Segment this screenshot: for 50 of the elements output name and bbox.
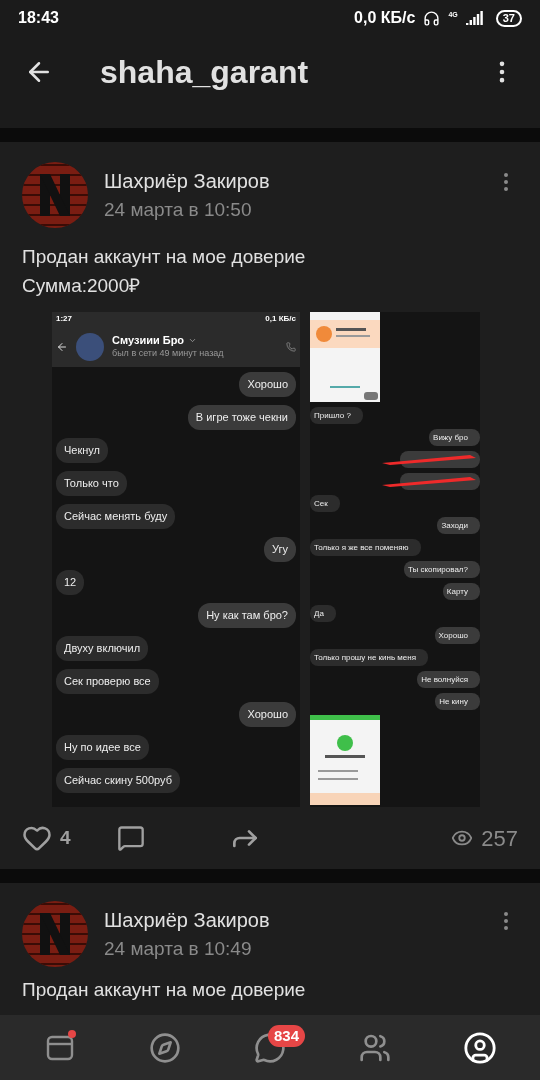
unread-badge: 834: [268, 1024, 305, 1047]
compass-icon[interactable]: [149, 1031, 182, 1064]
back-icon[interactable]: [56, 340, 68, 353]
phone-icon[interactable]: [286, 341, 296, 352]
signal-icon: [465, 11, 484, 25]
post-date: 24 марта в 10:49: [104, 936, 253, 961]
profile-icon[interactable]: [462, 1030, 497, 1065]
message-text: Ну по идее все: [64, 740, 141, 756]
message-text: Хорошо: [438, 629, 468, 642]
message-text: Сейчас скину 500руб: [64, 773, 172, 789]
view-count: 257: [481, 824, 518, 853]
message-text: Чекнул: [64, 443, 100, 459]
message-text: Вижу бро: [433, 431, 468, 444]
comment-icon[interactable]: [116, 824, 145, 852]
message-text: В игре тоже чекни: [195, 410, 288, 426]
message-text: Хорошо: [247, 377, 288, 393]
post-text: Продан аккаунт на мое доверие: [22, 978, 307, 1002]
message-text: Пришло ?: [314, 409, 351, 422]
network-speed: 0,1 КБ/с: [265, 313, 296, 325]
message-text: Сек: [314, 497, 328, 510]
message-text: 12: [64, 575, 77, 591]
message-text: Заходи: [441, 519, 468, 532]
contact-name: Смузиии Бро: [112, 334, 185, 348]
message-text: Карту: [446, 585, 468, 598]
message-text: Угу: [272, 542, 288, 558]
clock: 18:43: [18, 8, 59, 28]
message-text: Хорошо: [247, 707, 288, 723]
message-text: Сек проверю все: [64, 674, 151, 690]
battery-indicator: 37: [495, 9, 522, 27]
headphones-icon: [423, 9, 441, 27]
message-text: Сейчас менять буду: [64, 509, 168, 525]
message-text: Ну как там бро?: [206, 608, 288, 624]
message-text: Не волнуйся: [421, 673, 468, 686]
contact-status: был в сети 49 минут назад: [112, 347, 224, 359]
message-text: Ты скопировал?: [408, 563, 468, 576]
status-time: 1:27: [56, 313, 72, 325]
contact-avatar: [76, 332, 104, 361]
author-name[interactable]: Шахриёр Закиров: [104, 165, 478, 196]
message-text: Да: [314, 607, 324, 620]
message-text: Только я же все поменяю: [314, 541, 409, 554]
author-name[interactable]: Шахриёр Закиров: [104, 904, 478, 935]
message-text: Только прошу не кинь меня: [314, 651, 417, 664]
page-title: shaha_garant: [100, 53, 310, 92]
post-date: 24 марта в 10:50: [104, 197, 253, 222]
message-text: Не кину: [439, 695, 468, 708]
post-text: Продан аккаунт на мое доверие Сумма:2000₽: [22, 245, 307, 298]
network-speed: 0,0 КБ/с: [354, 8, 416, 28]
message-text: Двуху включил: [64, 641, 141, 657]
like-count: 4: [60, 825, 71, 850]
message-text: Только что: [64, 476, 119, 492]
